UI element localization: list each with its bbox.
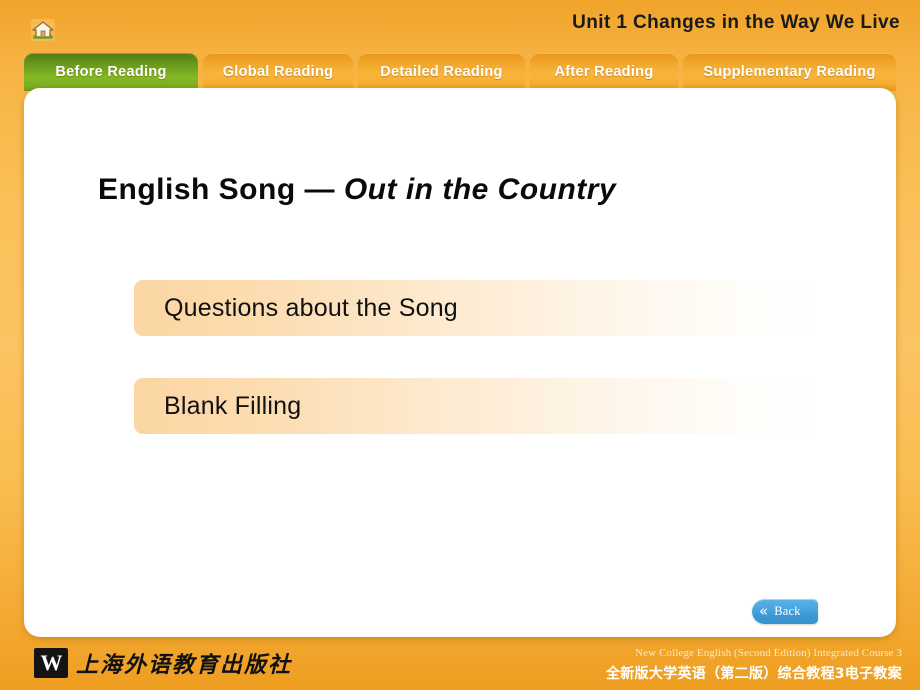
- tab-detailed-reading[interactable]: Detailed Reading: [358, 53, 525, 91]
- footer-bar: W 上海外语教育出版社 New College English (Second …: [0, 637, 920, 690]
- publisher-logo-mark: W: [34, 648, 68, 678]
- tab-global-reading[interactable]: Global Reading: [203, 53, 353, 91]
- topic-button-blank-filling[interactable]: Blank Filling: [134, 378, 824, 434]
- publisher-logo: W 上海外语教育出版社: [34, 647, 292, 679]
- header-bar: Unit 1 Changes in the Way We Live: [0, 0, 920, 50]
- tab-before-reading[interactable]: Before Reading: [24, 53, 198, 91]
- back-button[interactable]: « Back: [752, 599, 818, 624]
- home-icon[interactable]: [31, 19, 55, 41]
- topic-button-questions-about-the-song[interactable]: Questions about the Song: [134, 280, 824, 336]
- content-panel: English Song — Out in the Country Questi…: [24, 88, 896, 637]
- footer-english-title: New College English (Second Edition) Int…: [635, 647, 902, 659]
- topic-button-label: Blank Filling: [164, 391, 302, 420]
- tab-bar: Before Reading Global Reading Detailed R…: [0, 53, 920, 91]
- double-chevron-left-icon: «: [759, 602, 769, 620]
- footer-chinese-title: 全新版大学英语（第二版）综合教程3电子教案: [605, 666, 902, 682]
- tab-label: Detailed Reading: [380, 64, 503, 80]
- tab-after-reading[interactable]: After Reading: [530, 53, 678, 91]
- tab-label: Global Reading: [222, 64, 334, 80]
- publisher-name: 上海外语教育出版社: [76, 653, 293, 678]
- tab-label: Supplementary Reading: [703, 64, 876, 80]
- slide-heading-italic: Out in the Country: [343, 173, 617, 206]
- back-button-label: Back: [774, 604, 801, 618]
- slide-heading-plain: English Song —: [98, 173, 344, 206]
- topic-button-label: Questions about the Song: [164, 293, 458, 322]
- tab-supplementary-reading[interactable]: Supplementary Reading: [683, 53, 896, 91]
- slide-heading: English Song — Out in the Country: [98, 173, 616, 207]
- tab-label: Before Reading: [55, 64, 167, 80]
- tab-label: After Reading: [554, 64, 654, 80]
- page-title: Unit 1 Changes in the Way We Live: [572, 12, 900, 33]
